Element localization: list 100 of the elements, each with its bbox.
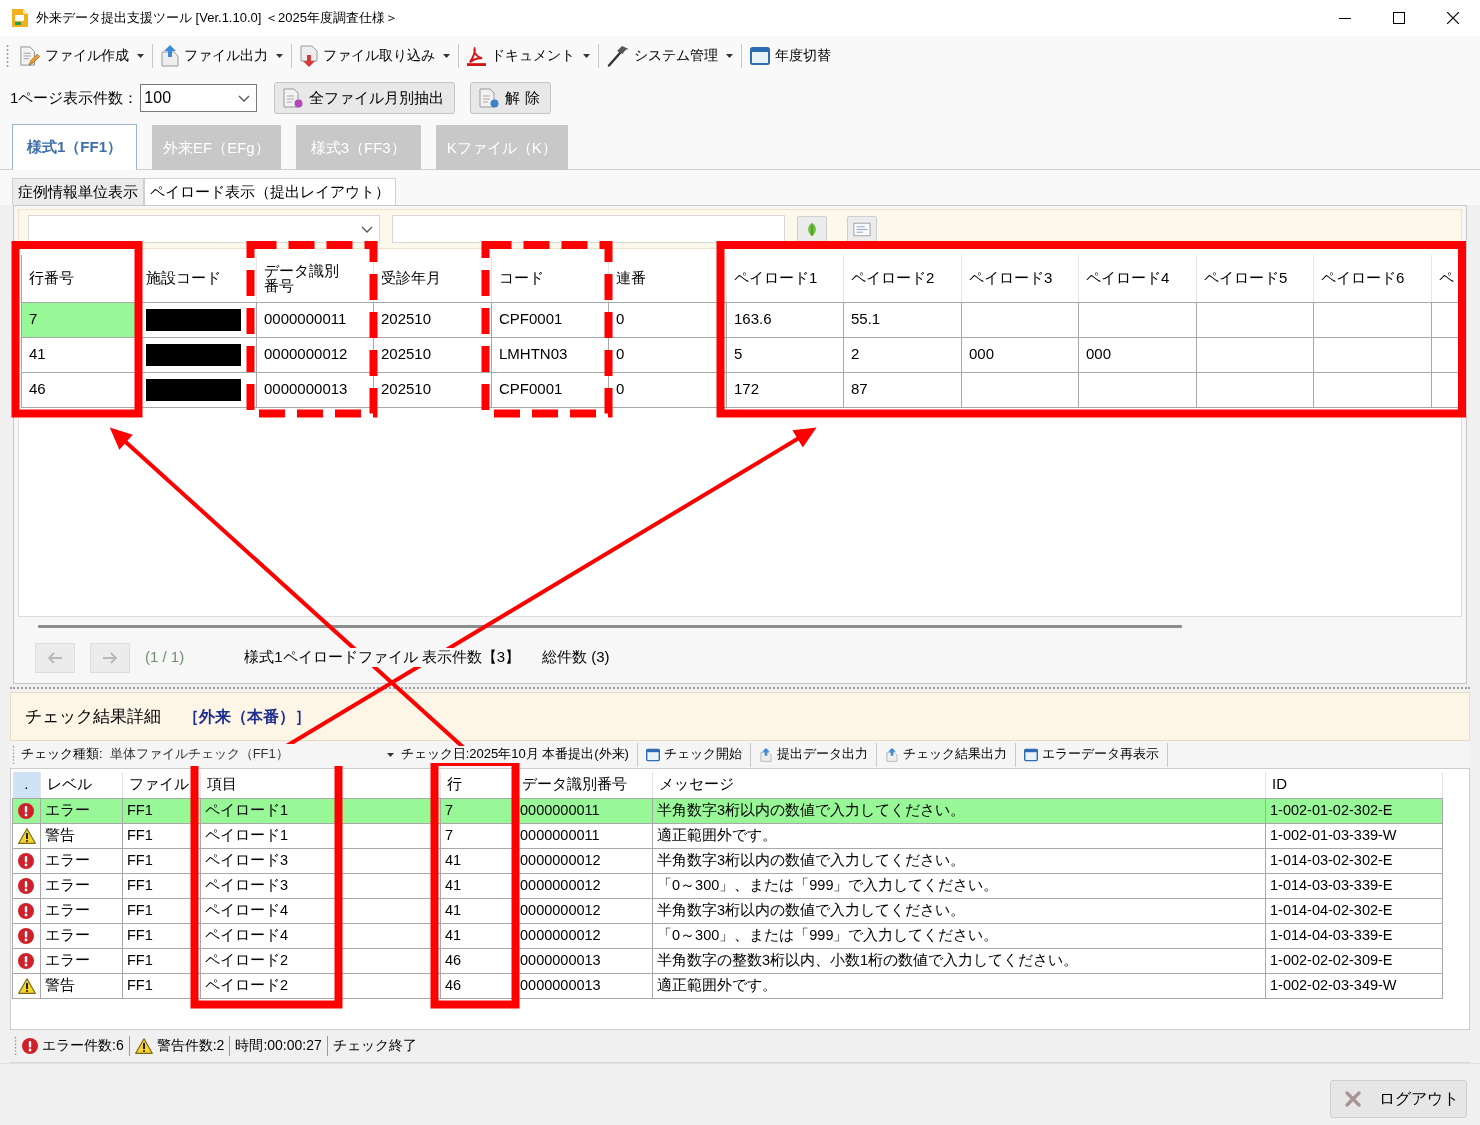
table-cell: 000: [961, 337, 1079, 372]
column-header[interactable]: ID: [1265, 772, 1443, 798]
chevron-down-icon: [361, 225, 373, 233]
document-pencil-icon: [20, 46, 40, 66]
column-header[interactable]: .: [12, 772, 41, 798]
leaf-icon: [806, 221, 818, 237]
table-cell: エラー: [40, 798, 123, 823]
error-icon: [18, 802, 34, 819]
status-text: 警告件数:2: [156, 1037, 225, 1055]
document-upload-icon: [161, 45, 179, 67]
logout-button[interactable]: ログアウト: [1330, 1079, 1467, 1118]
page-size-select[interactable]: 100: [140, 84, 258, 112]
column-header[interactable]: 行: [440, 772, 516, 798]
grip-icon: [6, 44, 9, 68]
column-header[interactable]: ペイロード4: [1078, 255, 1197, 302]
window-icon: [645, 747, 660, 762]
grip-icon: [14, 1036, 17, 1056]
error-icon: [22, 1038, 38, 1054]
toolbar-button[interactable]: エラーデータ再表示: [1018, 742, 1164, 767]
toolbar-menu-button[interactable]: ファイル作成: [15, 40, 149, 72]
column-header[interactable]: 施設コード: [138, 255, 257, 302]
check-date-text: チェック日:2025年10月 本番提出(外来): [400, 746, 629, 763]
table-cell: 2: [843, 337, 962, 372]
table-cell: 1-002-01-03-339-W: [1265, 823, 1443, 848]
minimize-icon: [1339, 17, 1351, 19]
column-header[interactable]: データ識別番号: [515, 772, 653, 798]
horizontal-scrollbar[interactable]: [38, 624, 1182, 628]
toolbar-menu-button[interactable]: システム管理: [602, 40, 738, 72]
page-indicator: (1 / 1): [145, 648, 185, 667]
table-cell: 「0～300」、または「999」で入力してください。: [652, 923, 1266, 948]
column-header[interactable]: ペイロード5: [1196, 255, 1314, 302]
column-header[interactable]: ペイロード1: [726, 255, 844, 302]
error-icon: [18, 852, 34, 869]
column-header[interactable]: メッセージ: [652, 772, 1266, 798]
column-header[interactable]: 項目: [200, 772, 441, 798]
cross-icon: [1345, 1090, 1361, 1107]
table-row[interactable]: エラー FF1 ペイロード3 41 0000000012 「0～300」、または「999」で入力してください。 1-014-03-03-339-E: [12, 873, 1443, 898]
filter-combobox[interactable]: [28, 215, 380, 243]
column-header[interactable]: ペイロード3: [961, 255, 1079, 302]
table-row[interactable]: 警告 FF1 ペイロード1 7 0000000011 適正範囲外です。 1-002-01-03-339-W: [12, 823, 1443, 848]
app-icon: [12, 9, 28, 27]
table-row[interactable]: エラー FF1 ペイロード2 46 0000000013 半角数字の整数3桁以内、小数1桁の数値で入力してください。 1-002-02-02-309-E: [12, 948, 1443, 973]
tab[interactable]: 様式1（FF1）: [12, 124, 137, 170]
tab[interactable]: 症例情報単位表示: [12, 178, 144, 205]
column-header[interactable]: 連番: [608, 255, 727, 302]
table-row[interactable]: エラー FF1 ペイロード3 41 0000000012 半角数字3桁以内の数値で入力してください。 1-014-03-02-302-E: [12, 848, 1443, 873]
table-cell: 1-014-04-02-302-E: [1265, 898, 1443, 923]
table-cell: エラー: [40, 948, 123, 973]
toolbar-menu-button[interactable]: ファイル取り込み: [295, 40, 455, 72]
tab[interactable]: ペイロード表示（提出レイアウト）: [144, 178, 396, 205]
table-cell: 警告: [40, 823, 123, 848]
table-cell: 警告: [40, 973, 123, 998]
toolbar-menu-button[interactable]: 年度切替: [745, 40, 836, 72]
toolbar-button[interactable]: チェック開始: [640, 742, 747, 767]
toolbar-button[interactable]: チェック結果出力: [879, 742, 1012, 767]
tool-button[interactable]: [797, 216, 827, 242]
column-header[interactable]: データ識別番号: [256, 255, 374, 302]
table-row[interactable]: エラー FF1 ペイロード4 41 0000000012 「0～300」、または「999」で入力してください。 1-014-04-03-339-E: [12, 923, 1443, 948]
toolbar-menu-button[interactable]: ドキュメント: [462, 40, 595, 72]
table-cell: 1-014-04-03-339-E: [1265, 923, 1443, 948]
toolbar-button[interactable]: 提出データ出力: [753, 742, 873, 767]
table-cell: CPF0001: [491, 302, 609, 337]
status-text: エラー件数:6: [42, 1037, 124, 1055]
filter-input-field[interactable]: [392, 215, 785, 243]
column-header[interactable]: ファイル: [122, 772, 201, 798]
toolbar-menu-button[interactable]: ファイル出力: [156, 40, 288, 72]
hammer-icon: [607, 45, 629, 67]
action-button[interactable]: 解 除: [470, 82, 551, 114]
table-cell: 1-002-01-02-302-E: [1265, 798, 1443, 823]
column-header[interactable]: ペイロード6: [1313, 255, 1432, 302]
warning-icon: [18, 827, 36, 844]
sheet-icon: [853, 221, 871, 237]
table-row[interactable]: エラー FF1 ペイロード1 7 0000000011 半角数字3桁以内の数値で入力してください。 1-002-01-02-302-E: [12, 798, 1443, 823]
document-upload-icon: [758, 747, 773, 762]
column-header[interactable]: 受診年月: [373, 255, 492, 302]
table-cell: 適正範囲外です。: [652, 823, 1266, 848]
table-cell: 163.6: [726, 302, 844, 337]
error-icon: [18, 877, 34, 894]
section-title: チェック結果詳細: [25, 705, 161, 728]
table-cell: エラー: [40, 923, 123, 948]
warning-icon: [18, 977, 36, 994]
column-header[interactable]: コード: [491, 255, 609, 302]
column-header[interactable]: レベル: [40, 772, 123, 798]
table-cell: 1-014-03-02-302-E: [1265, 848, 1443, 873]
table-cell: 1-014-03-03-339-E: [1265, 873, 1443, 898]
table-row[interactable]: エラー FF1 ペイロード4 41 0000000012 半角数字3桁以内の数値で入力してください。 1-014-04-02-302-E: [12, 898, 1443, 923]
column-header[interactable]: ペ: [1431, 255, 1461, 302]
total-count-text: 総件数 (3): [542, 648, 610, 667]
tool-button[interactable]: [847, 216, 877, 242]
table-cell: 172: [726, 372, 844, 407]
table-cell: 0000000013: [256, 372, 374, 407]
table-row[interactable]: 警告 FF1 ペイロード2 46 0000000013 適正範囲外です。 1-002-02-03-349-W: [12, 973, 1443, 998]
warning-icon: [134, 1038, 153, 1054]
table-cell: 半角数字3桁以内の数値で入力してください。: [652, 798, 1266, 823]
table-cell: エラー: [40, 848, 123, 873]
column-header[interactable]: ペイロード2: [843, 255, 962, 302]
close-icon: [1447, 12, 1459, 24]
table-cell: CPF0001: [491, 372, 609, 407]
window-icon: [750, 47, 770, 65]
action-button[interactable]: 全ファイル月別抽出: [274, 82, 456, 114]
